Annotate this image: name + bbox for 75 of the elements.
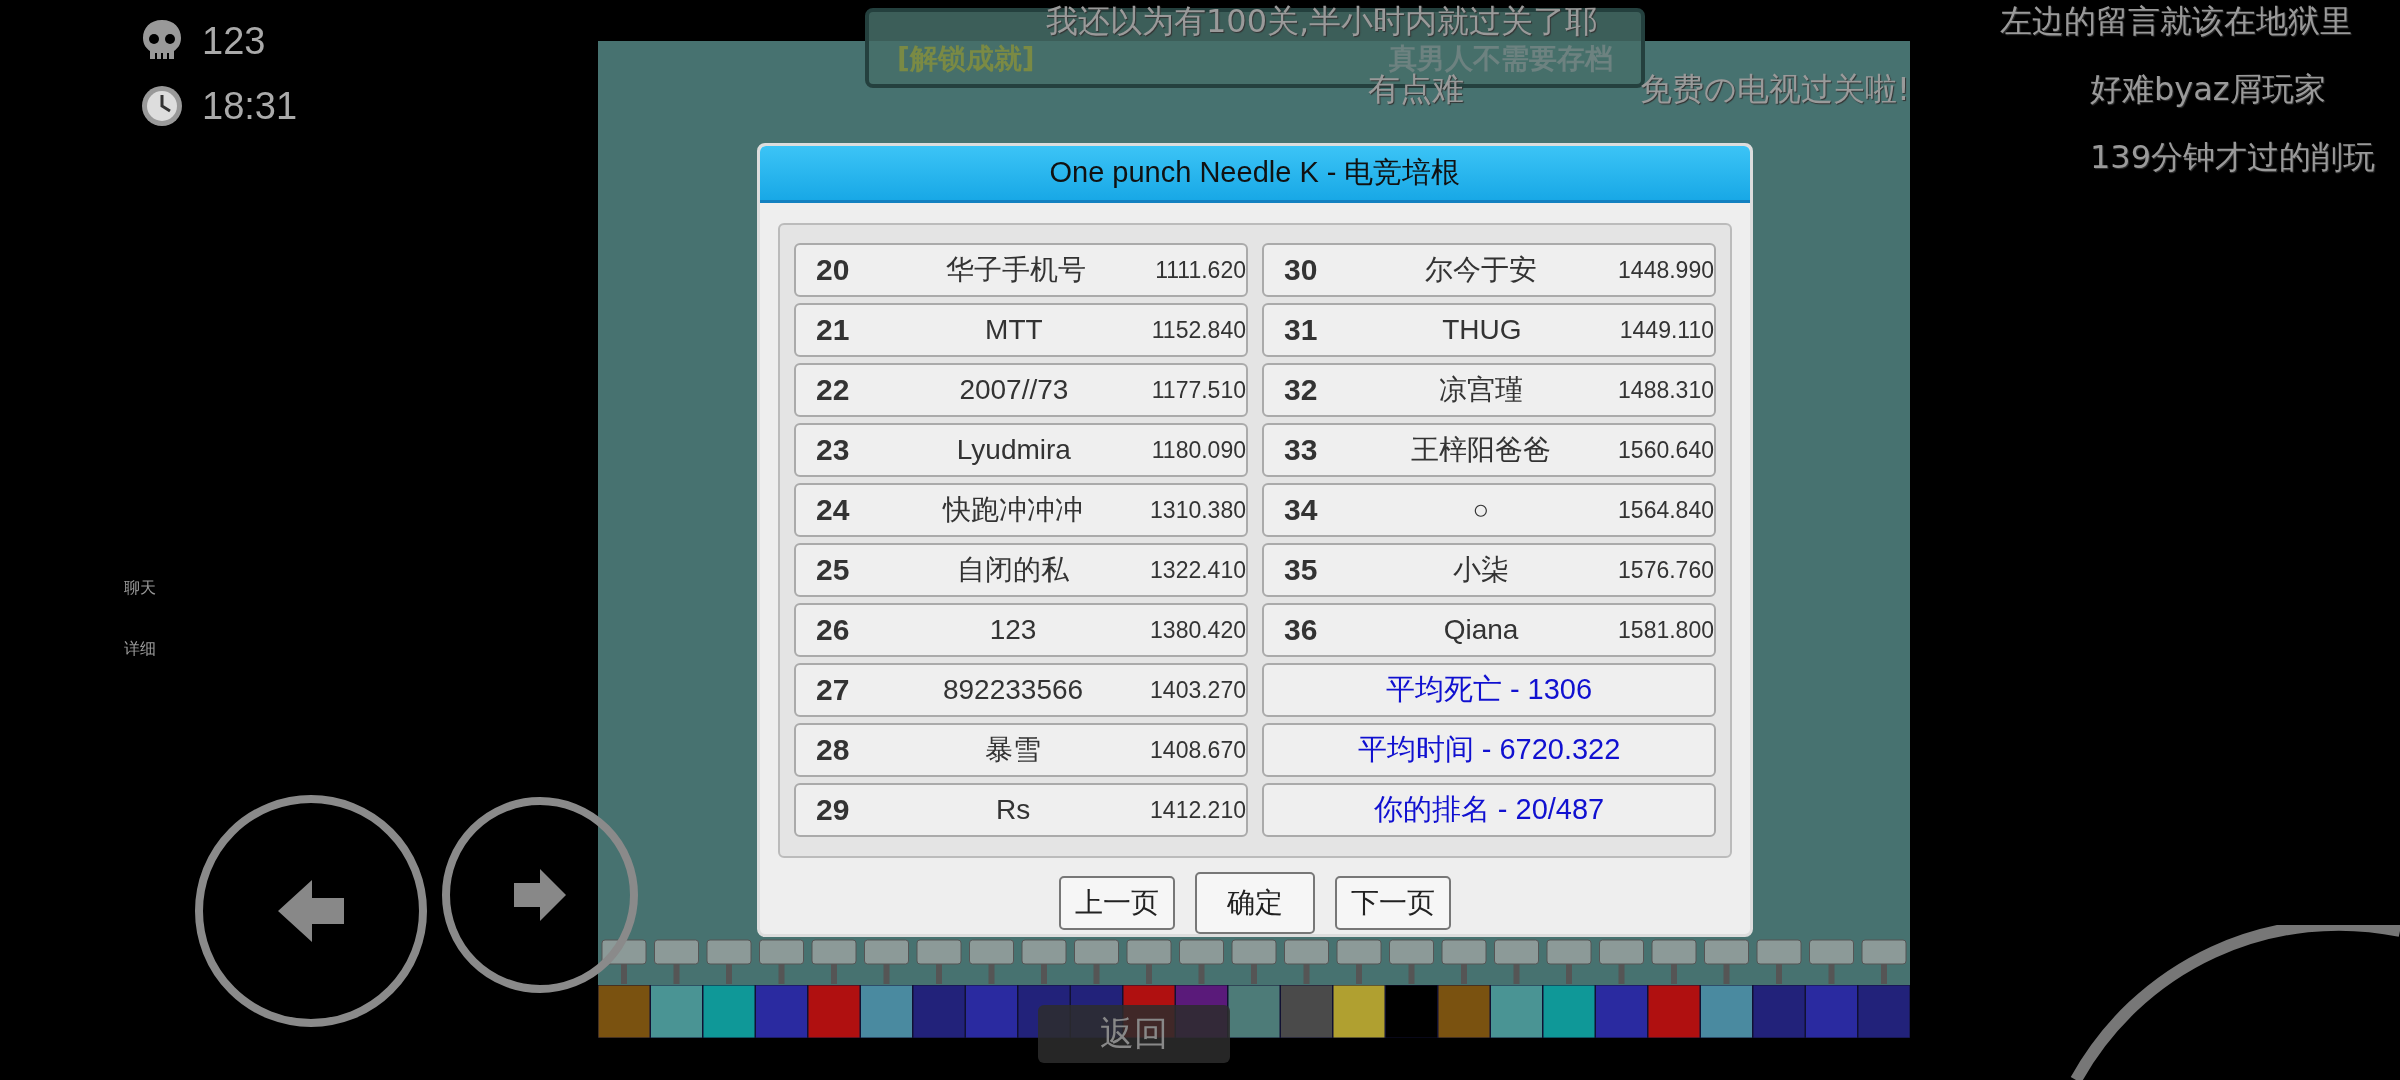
rank-number: 32 (1284, 373, 1319, 407)
clear-time: 1488.310 (1618, 376, 1714, 404)
rank-number: 23 (816, 433, 851, 467)
rank-number: 31 (1284, 313, 1319, 347)
player-name: 自闭的私 (956, 553, 1071, 587)
player-name: Qiana (1442, 614, 1520, 646)
clear-time: 1576.760 (1618, 556, 1714, 584)
bullet-comment: 有点难 (1368, 70, 1464, 110)
rank-number: 22 (816, 373, 851, 407)
confirm-button[interactable]: 确定 (1195, 872, 1315, 934)
clear-time: 1180.090 (1151, 436, 1246, 464)
player-name: 快跑冲冲冲 (941, 493, 1085, 527)
clear-time: 1322.410 (1150, 556, 1246, 584)
clear-time: 1408.670 (1150, 736, 1246, 764)
rank-number: 20 (816, 253, 851, 287)
clear-time: 1448.990 (1618, 256, 1714, 284)
bullet-comment: 139分钟才过的削玩 (2090, 137, 2376, 178)
player-name: 小柒 (1452, 553, 1511, 587)
play-time: 18:31 (202, 84, 298, 128)
right-arrow-button[interactable] (442, 797, 638, 993)
joystick-ring-icon (2070, 925, 2400, 1080)
player-name: 暴雪 (984, 733, 1043, 767)
player-name: 华子手机号 (944, 253, 1087, 287)
player-name: THUG (1441, 314, 1523, 346)
clear-time: 1560.640 (1618, 436, 1714, 464)
player-name: Rs (994, 794, 1032, 826)
bullet-comment: 好难byaz屑玩家 (2090, 69, 2326, 110)
stat-summary: 平均死亡 - 1306 (1262, 663, 1716, 717)
side-menu-button[interactable]: 聊天 (124, 578, 156, 599)
player-name: 王梓阳爸爸 (1410, 433, 1553, 467)
rank-number: 21 (816, 313, 851, 347)
left-arrow-button[interactable] (195, 795, 427, 1027)
bullet-comment: 免费の电视过关啦! (1640, 69, 1910, 110)
clock-icon (140, 84, 184, 128)
player-name: 尔今于安 (1424, 253, 1539, 287)
rank-number: 29 (816, 793, 851, 827)
back-button[interactable]: 返回 (1038, 1005, 1230, 1063)
player-name: 123 (988, 614, 1038, 646)
clear-time: 1403.270 (1150, 676, 1246, 704)
rank-number: 24 (816, 493, 851, 527)
player-name: 2007//73 (958, 374, 1070, 406)
side-menu-button[interactable]: 详细 (124, 639, 156, 660)
rank-number: 28 (816, 733, 851, 767)
clear-time: 1177.510 (1151, 376, 1246, 404)
left-arrow-icon (276, 878, 346, 944)
clear-time: 1152.840 (1151, 316, 1246, 344)
bullet-comment: 我还以为有100关,半小时内就过关了耶 (1046, 1, 1598, 42)
player-name: 892233566 (941, 674, 1085, 706)
clear-time: 1111.620 (1155, 256, 1246, 284)
player-name: ○ (1471, 494, 1491, 526)
clear-time: 1310.380 (1150, 496, 1246, 524)
clear-time: 1380.420 (1150, 616, 1246, 644)
death-count: 123 (202, 19, 266, 63)
rank-number: 35 (1284, 553, 1319, 587)
clear-time: 1449.110 (1619, 316, 1714, 344)
stat-summary: 你的排名 - 20/487 (1262, 783, 1716, 837)
bullet-comment: 左边的留言就该在地狱里 (2000, 1, 2352, 42)
rank-number: 34 (1284, 493, 1319, 527)
dialog-title: One punch Needle K - 电竞培根 (760, 146, 1750, 203)
right-arrow-icon (512, 867, 568, 923)
player-name: 凉宫瑾 (1438, 373, 1525, 407)
next-page-button[interactable]: 下一页 (1335, 876, 1451, 930)
rank-number: 36 (1284, 613, 1319, 647)
previous-page-button[interactable]: 上一页 (1059, 876, 1175, 930)
player-name: MTT (984, 314, 1044, 346)
rank-number: 26 (816, 613, 851, 647)
clear-time: 1564.840 (1618, 496, 1714, 524)
rank-number: 30 (1284, 253, 1319, 287)
player-name: Lyudmira (955, 434, 1072, 466)
clear-time: 1581.800 (1618, 616, 1714, 644)
rank-number: 25 (816, 553, 851, 587)
clear-time: 1412.210 (1150, 796, 1246, 824)
rank-number: 27 (816, 673, 851, 707)
stat-summary: 平均时间 - 6720.322 (1262, 723, 1716, 777)
rank-number: 33 (1284, 433, 1319, 467)
